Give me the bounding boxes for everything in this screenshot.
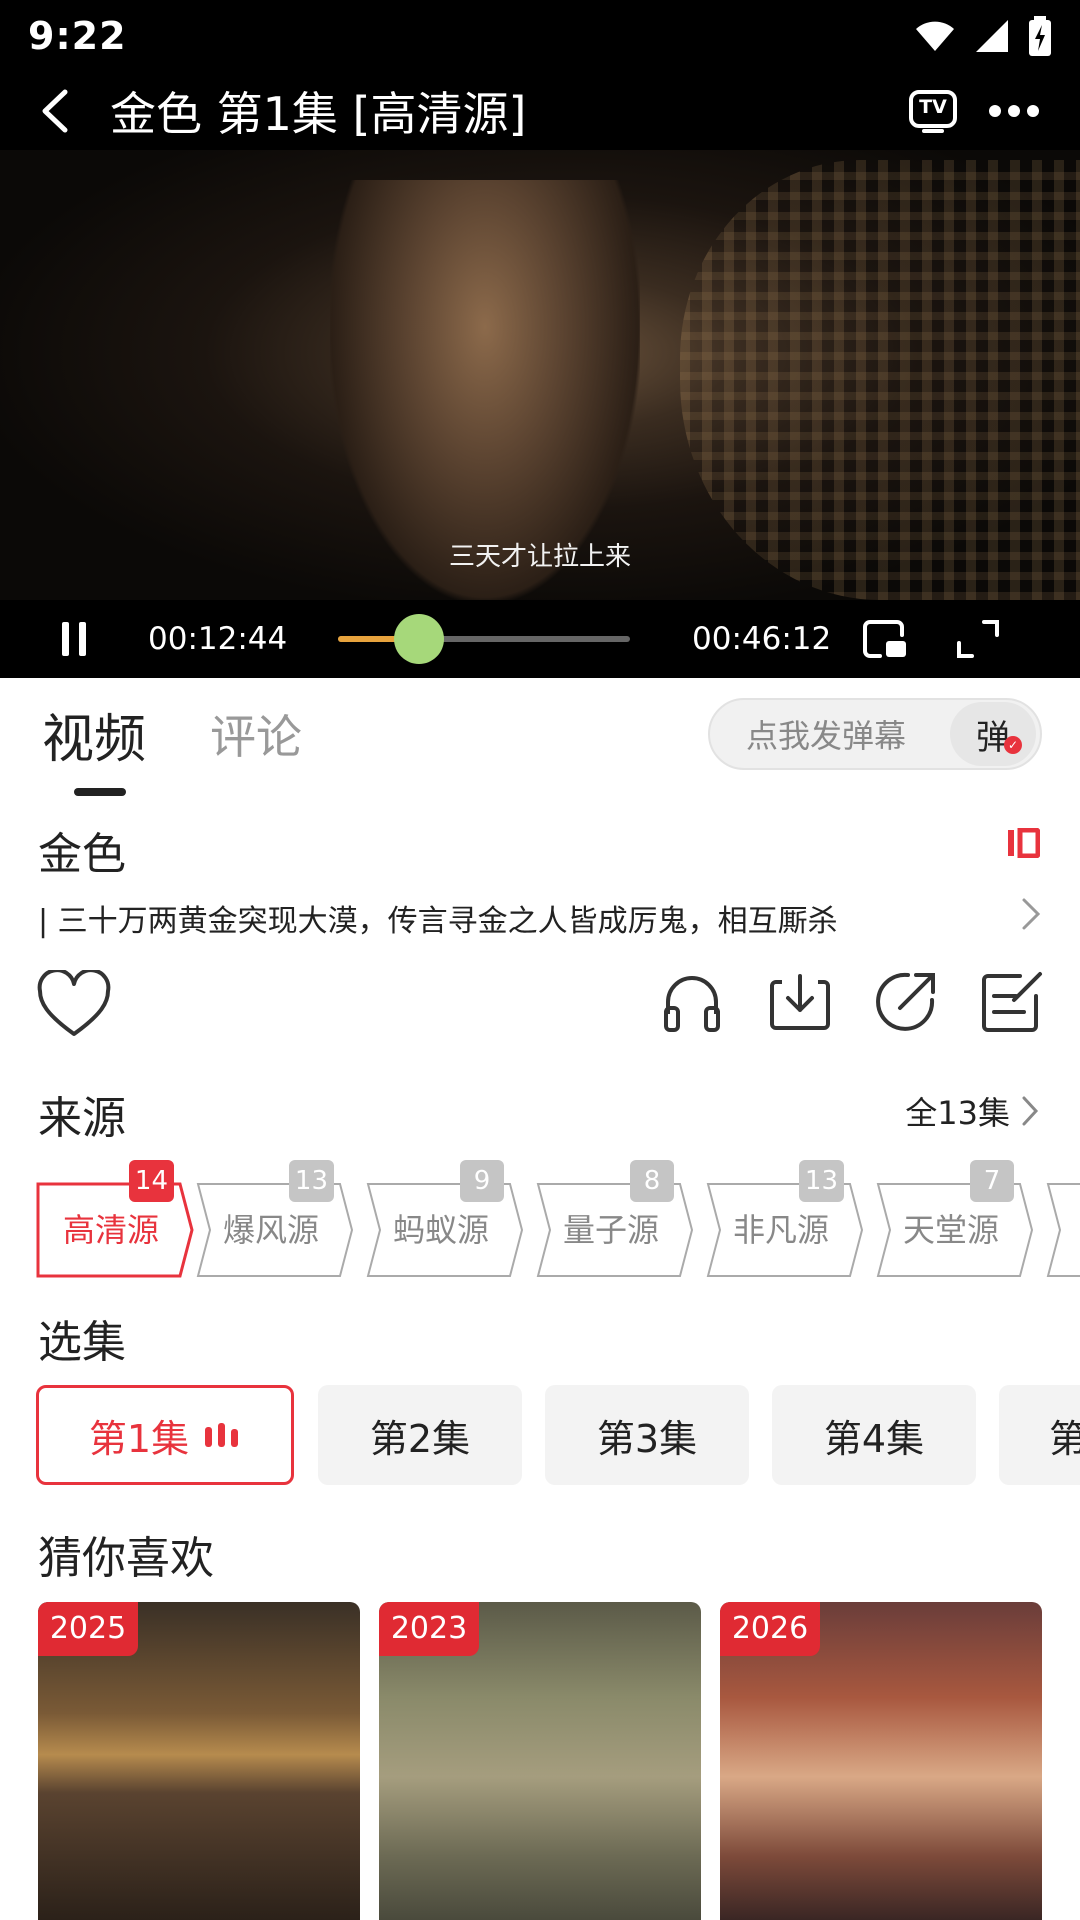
tab-comments[interactable]: 评论 [210, 701, 302, 767]
source-list: 高清源 14 爆风源 13 蚂蚁源 9 量子源 8 非凡源 13 天堂源 7 [36, 1160, 1080, 1280]
source-item[interactable]: 量子源 8 [536, 1160, 696, 1278]
tab-video[interactable]: 视频 [42, 697, 147, 796]
back-button[interactable] [0, 72, 110, 150]
source-tab-shape [1046, 1183, 1080, 1277]
download-icon[interactable] [768, 970, 832, 1034]
recommendation-card[interactable]: 2026 [720, 1602, 1042, 1920]
video-frame-background [680, 160, 1080, 600]
source-item[interactable]: 高清源 14 [36, 1160, 196, 1278]
recommendation-year-badge: 2023 [379, 1602, 479, 1656]
status-bar: 9:22 [0, 0, 1080, 72]
chevron-right-icon [1022, 1096, 1039, 1126]
episode-list: 第1集 第2集 第3集 第4集 第5集 [36, 1385, 1080, 1485]
source-count-badge: 13 [288, 1160, 334, 1202]
source-item[interactable]: 蚂蚁源 9 [366, 1160, 526, 1278]
battery-icon [1029, 16, 1051, 56]
total-time: 00:46:12 [692, 621, 832, 657]
current-time: 00:12:44 [148, 621, 288, 657]
episode-label: 第5集 [1049, 1416, 1080, 1461]
source-item[interactable]: 爆风源 13 [196, 1160, 356, 1278]
episode-label: 第3集 [596, 1416, 698, 1461]
video-subtitle: 三天才让拉上来 [448, 542, 631, 572]
more-icon[interactable] [988, 104, 1040, 118]
wifi-icon [916, 21, 954, 51]
now-playing-icon [205, 1423, 239, 1447]
episode-button[interactable]: 第4集 [772, 1385, 976, 1485]
episode-label: 第4集 [823, 1416, 925, 1461]
danmu-input[interactable]: 点我发弹幕 弹 ✓ [708, 698, 1042, 770]
status-icons [914, 16, 1052, 56]
tv-cast-button[interactable]: TV [908, 89, 958, 133]
episode-button[interactable]: 第5集 [999, 1385, 1080, 1485]
source-count-badge: 7 [970, 1160, 1014, 1202]
all-episodes-link[interactable]: 全13集 [905, 1088, 1040, 1134]
episode-button[interactable]: 第1集 [36, 1385, 294, 1485]
danmu-placeholder: 点我发弹幕 [746, 717, 907, 755]
seek-bar-handle[interactable] [393, 614, 444, 664]
episode-label: 第2集 [369, 1416, 471, 1461]
brand-logo-icon [1006, 827, 1041, 862]
picture-in-picture-icon[interactable] [862, 619, 908, 659]
recommend-section-title: 猜你喜欢 [38, 1533, 214, 1584]
source-count-badge: 13 [798, 1160, 844, 1202]
source-section-title: 来源 [38, 1093, 126, 1144]
episode-label: 第1集 [88, 1416, 190, 1461]
heart-icon[interactable] [36, 970, 112, 1040]
recommendation-year-badge: 2026 [720, 1602, 820, 1656]
recommendation-card[interactable]: 2025 [38, 1602, 360, 1920]
share-icon[interactable] [874, 970, 938, 1034]
action-bar [0, 970, 1080, 1050]
recommendation-year-badge: 2025 [38, 1602, 138, 1656]
synopsis-expand-button[interactable] [1020, 896, 1042, 936]
source-item[interactable]: 天堂源 7 [876, 1160, 1036, 1278]
recommendation-list: 2025 2023 2026 [38, 1602, 1080, 1920]
recommendation-card[interactable]: 2023 [379, 1602, 701, 1920]
danmu-toggle-button[interactable]: 弹 ✓ [950, 702, 1036, 766]
chevron-right-icon [1022, 898, 1041, 930]
source-item[interactable]: 非凡源 13 [706, 1160, 866, 1278]
signal-icon [976, 20, 1008, 52]
show-synopsis[interactable]: | 三十万两黄金突现大漠，传言寻金之人皆成厉鬼，相互厮杀 [38, 896, 998, 940]
danmu-toggle-label: 弹 [976, 717, 1010, 758]
episode-section-title: 选集 [38, 1317, 126, 1368]
all-episodes-label: 全13集 [905, 1094, 1010, 1132]
episode-button[interactable]: 第2集 [318, 1385, 522, 1485]
tv-label: TV [919, 96, 947, 118]
pause-button[interactable] [0, 620, 148, 658]
episode-button[interactable]: 第3集 [545, 1385, 749, 1485]
edit-note-icon[interactable] [980, 970, 1044, 1034]
tab-video-label: 视频 [42, 709, 147, 770]
source-count-badge: 14 [128, 1160, 174, 1202]
chevron-left-icon [42, 89, 68, 133]
content-tabs: 视频 评论 点我发弹幕 弹 ✓ [0, 678, 1080, 796]
fullscreen-icon[interactable] [956, 619, 1000, 659]
tab-comments-label: 评论 [210, 710, 303, 764]
pause-icon [62, 622, 86, 656]
video-player[interactable]: 三天才让拉上来 [0, 150, 1080, 600]
seek-bar[interactable] [338, 614, 630, 664]
status-time: 9:22 [28, 14, 127, 58]
title-bar: 金色 第1集 [高清源] TV [0, 72, 1080, 150]
show-title: 金色 [38, 829, 126, 880]
source-count-badge: 9 [460, 1160, 504, 1202]
check-badge-icon: ✓ [1004, 736, 1022, 754]
player-controls: 00:12:44 00:46:12 [0, 600, 1080, 678]
source-item-partial[interactable] [1046, 1182, 1080, 1278]
video-title: 金色 第1集 [高清源] [110, 87, 527, 141]
headphones-icon[interactable] [660, 970, 724, 1034]
tab-active-indicator [74, 787, 126, 796]
source-count-badge: 8 [630, 1160, 674, 1202]
